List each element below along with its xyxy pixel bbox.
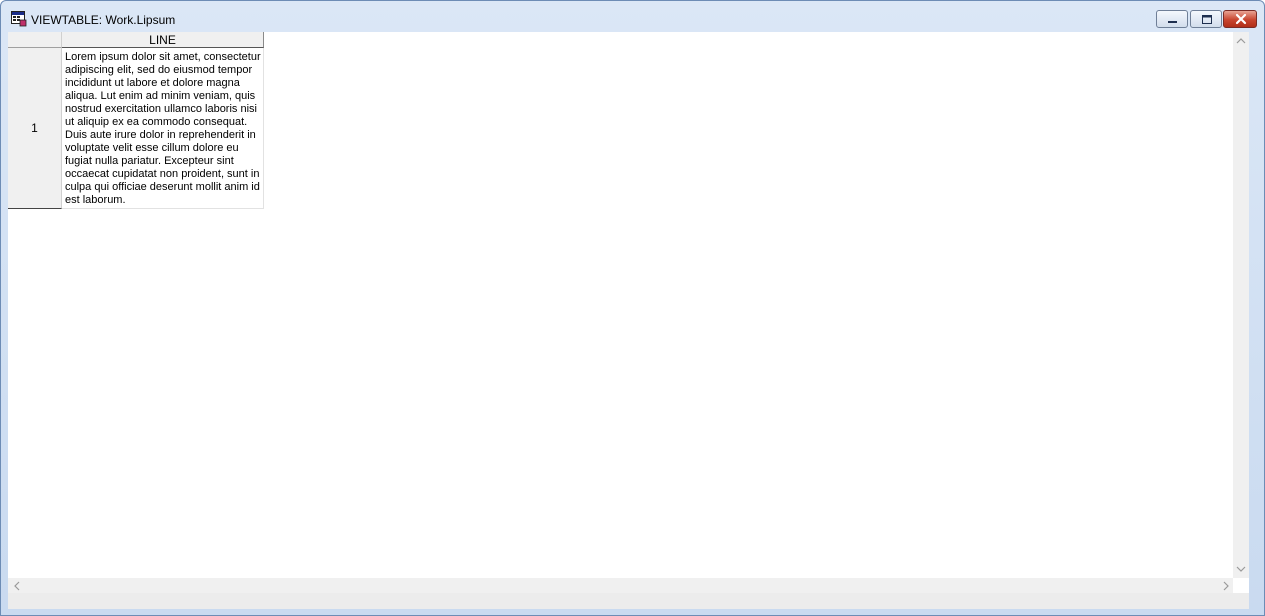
minimize-button[interactable]: [1156, 10, 1188, 28]
close-icon: [1235, 13, 1247, 25]
horizontal-scrollbar[interactable]: [8, 578, 1233, 593]
row-header-1[interactable]: 1: [8, 48, 62, 209]
maximize-icon: [1202, 15, 1212, 24]
scrollbar-corner: [1233, 578, 1249, 593]
minimize-icon: [1168, 21, 1177, 23]
vertical-scrollbar[interactable]: [1233, 32, 1249, 578]
title-bar[interactable]: VIEWTABLE: Work.Lipsum: [1, 1, 1264, 32]
chevron-down-icon[interactable]: [1234, 564, 1248, 577]
window-title: VIEWTABLE: Work.Lipsum: [31, 13, 176, 27]
close-button[interactable]: [1223, 10, 1257, 28]
window-bottom-strip: [8, 593, 1249, 609]
table-corner-cell[interactable]: [8, 32, 62, 48]
viewtable-window: VIEWTABLE: Work.Lipsum LINE 1 Lorem ipsu…: [0, 0, 1265, 616]
chevron-left-icon[interactable]: [10, 580, 24, 593]
table-view[interactable]: LINE 1 Lorem ipsum dolor sit amet, conse…: [8, 32, 1249, 593]
column-header-line[interactable]: LINE: [62, 32, 264, 48]
maximize-button[interactable]: [1190, 10, 1222, 28]
viewtable-icon[interactable]: [11, 11, 27, 27]
chevron-up-icon[interactable]: [1234, 36, 1248, 49]
table-cell-line[interactable]: Lorem ipsum dolor sit amet, consectetur …: [62, 48, 264, 209]
chevron-right-icon[interactable]: [1219, 580, 1233, 593]
